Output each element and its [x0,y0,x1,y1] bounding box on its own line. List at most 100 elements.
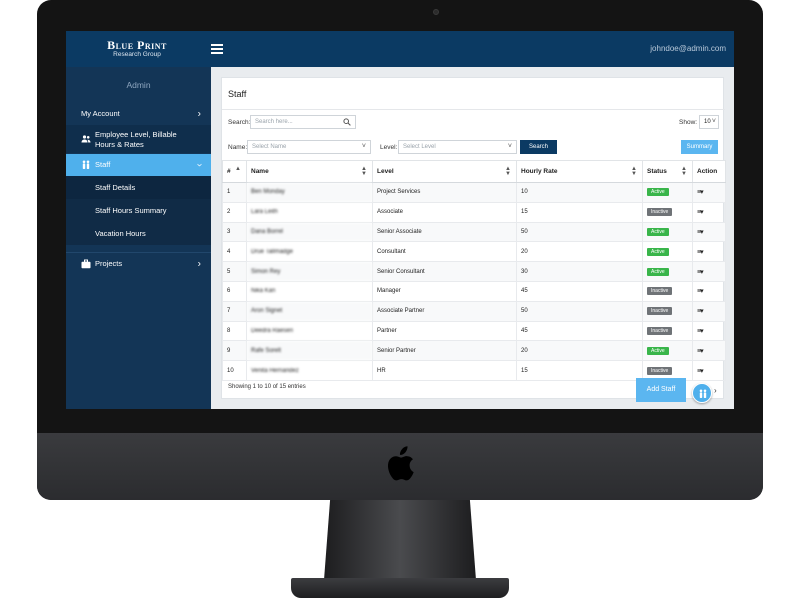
column-header-level[interactable]: Level ▲ ▼ [372,160,517,183]
status-badge: Inactive [647,287,673,296]
search-button[interactable]: Search [520,140,557,154]
top-navbar: Blue Print Research Group johndoe@admin.… [66,31,734,67]
user-email[interactable]: johndoe@admin.com [650,44,726,53]
row-level: Associate Partner [372,300,517,322]
sidebar-item-employee-level[interactable]: Employee Level, Billable Hours & Rates [66,125,211,153]
sidebar-item-label: Projects [95,259,123,268]
row-number: 6 [222,280,247,302]
sort-icon: ▲ ▼ [505,166,511,177]
row-action[interactable]: ≡▾ [692,241,726,263]
sidebar-subitem-label: Staff Hours Summary [95,206,167,215]
action-menu-icon[interactable]: ≡▾ [697,249,704,256]
staff-name-link[interactable]: Simon Rey [246,261,373,282]
sidebar-subitem-staff-hours-summary[interactable]: Staff Hours Summary [66,199,211,222]
staff-name-link[interactable]: Deedra Raesen [246,320,373,342]
column-header-number[interactable]: # ▲ [222,160,247,183]
chevron-down-icon: ˅ [507,143,512,150]
staff-name-link[interactable]: Venita Hernandez [246,360,373,381]
action-menu-icon[interactable]: ≡▾ [697,328,704,335]
status-badge: Inactive [647,208,673,217]
row-level: Consultant [372,241,517,263]
row-action[interactable]: ≡▾ [692,280,726,302]
row-action[interactable]: ≡▾ [692,201,726,223]
row-level: Partner [372,320,517,342]
chevron-right-icon[interactable]: › [714,386,717,395]
sidebar-item-label: Employee Level, Billable Hours & Rates [95,130,177,149]
camera-dot [433,9,439,15]
staff-name-link[interactable]: Rafe Sorelt [246,340,373,362]
table-row: 5 Simon Rey Senior Consultant 30 Active … [222,261,726,282]
search-input[interactable]: Search here... [250,115,356,129]
action-menu-icon[interactable]: ≡▾ [697,348,704,355]
row-hourly-rate: 45 [516,320,643,342]
table-row: 2 Lara Leith Associate 15 Inactive ≡▾ [222,201,726,223]
action-menu-icon[interactable]: ≡▾ [697,308,704,315]
table-row: 8 Deedra Raesen Partner 45 Inactive ≡▾ [222,320,726,342]
row-action[interactable]: ≡▾ [692,320,726,342]
menu-toggle-icon[interactable] [211,44,223,54]
row-hourly-rate: 50 [516,221,643,243]
sort-icon: ▲ ▼ [361,166,367,177]
monitor-stand-neck [324,500,476,580]
action-menu-icon[interactable]: ≡▾ [697,189,704,196]
sidebar-item-label: Staff [95,160,111,169]
staff-name-link[interactable]: Drue Tallmadge [246,241,373,263]
row-action[interactable]: ≡▾ [692,360,726,381]
level-filter-placeholder: Select Level [403,144,436,150]
column-header-hourly-rate[interactable]: Hourly Rate ▲ ▼ [516,160,643,183]
row-level: Senior Consultant [372,261,517,282]
staff-fab-button[interactable] [692,383,712,403]
row-level: Project Services [372,182,517,203]
row-action[interactable]: ≡▾ [692,261,726,282]
staff-name-link[interactable]: Dana Borrel [246,221,373,243]
row-action[interactable]: ≡▾ [692,221,726,243]
sidebar-subitem-staff-details[interactable]: Staff Details [66,176,211,199]
action-menu-icon[interactable]: ≡▾ [697,209,704,216]
row-number: 8 [222,320,247,342]
row-hourly-rate: 50 [516,300,643,322]
staff-icon [82,160,90,169]
monitor-stand-base [291,578,509,598]
sidebar-item-my-account[interactable]: My Account › [66,105,211,123]
chevron-down-icon: ˅ [361,143,366,150]
show-label: Show: [679,119,698,126]
row-action[interactable]: ≡▾ [692,340,726,362]
row-hourly-rate: 15 [516,201,643,223]
brand-subtitle: Research Group [113,51,161,58]
row-number: 7 [222,300,247,322]
action-menu-icon[interactable]: ≡▾ [697,368,704,375]
name-filter-label: Name: [228,144,248,151]
action-menu-icon[interactable]: ≡▾ [697,229,704,236]
level-filter-select[interactable]: Select Level ˅ [398,140,517,154]
action-menu-icon[interactable]: ≡▾ [697,288,704,295]
sidebar-subitem-vacation-hours[interactable]: Vacation Hours [66,222,211,245]
staff-name-link[interactable]: Ben Monday [246,182,373,203]
name-filter-placeholder: Select Name [252,144,287,150]
name-filter-select[interactable]: Select Name ˅ [247,140,371,154]
column-header-status[interactable]: Status ▲ ▼ [642,160,693,183]
page-size-select[interactable]: 10 ˅ [699,115,719,129]
row-status: Active [642,340,693,362]
row-status: Active [642,182,693,203]
sidebar-item-projects[interactable]: Projects › [66,252,211,274]
row-action[interactable]: ≡▾ [692,300,726,322]
users-icon [81,135,91,143]
staff-icon [699,389,707,398]
sidebar-item-staff[interactable]: Staff › [66,154,211,176]
row-hourly-rate: 45 [516,280,643,302]
staff-name-link[interactable]: Lara Leith [246,201,373,223]
column-header-action: Action [692,160,726,183]
sort-asc-icon: ▲ [235,166,241,172]
row-action[interactable]: ≡▾ [692,182,726,203]
column-header-name[interactable]: Name ▲ ▼ [246,160,373,183]
sidebar-subitem-label: Vacation Hours [95,229,146,238]
staff-name-link[interactable]: Aron Signet [246,300,373,322]
staff-name-link[interactable]: Nika Kan [246,280,373,302]
brand-logo[interactable]: Blue Print Research Group [102,39,172,59]
search-icon[interactable] [343,118,351,126]
summary-button[interactable]: Summary [681,140,718,154]
action-menu-icon[interactable]: ≡▾ [697,269,704,276]
add-staff-button[interactable]: Add Staff [636,378,686,402]
page-title: Staff [228,89,247,99]
sidebar-title: Admin [126,80,151,90]
